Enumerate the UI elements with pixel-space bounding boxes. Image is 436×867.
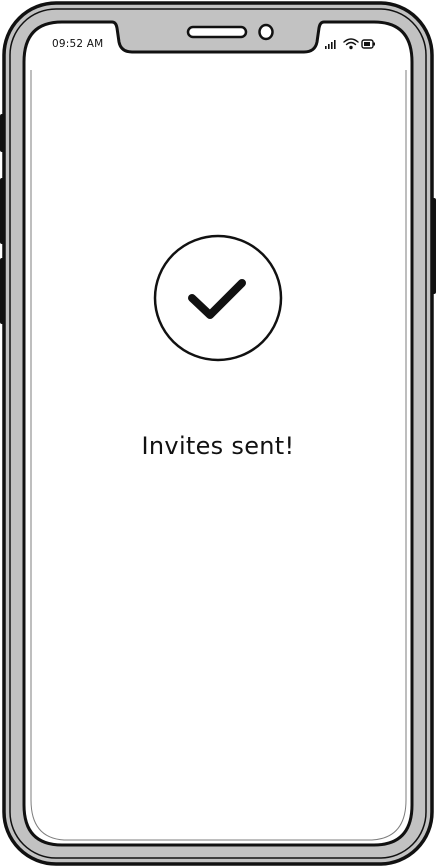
front-camera-icon — [258, 23, 274, 41]
battery-icon — [361, 39, 375, 49]
checkmark-circle-icon — [153, 234, 283, 362]
wifi-icon — [343, 38, 359, 50]
status-icons — [325, 38, 375, 50]
phone-mockup: 09:52 AM Invites sent! — [0, 0, 436, 867]
success-message: Invites sent! — [141, 432, 295, 460]
cellular-signal-icon — [325, 40, 336, 49]
status-time: 09:52 AM — [52, 38, 104, 50]
speaker-grille — [186, 25, 248, 39]
